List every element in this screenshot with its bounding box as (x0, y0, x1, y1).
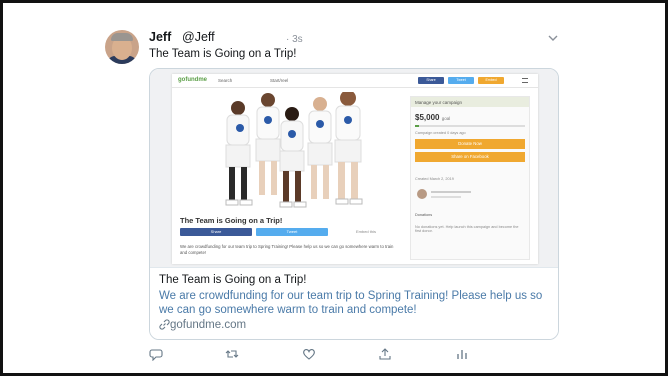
retweet-icon[interactable] (225, 347, 239, 361)
preview-twitter-share: Tweet (256, 228, 328, 236)
link-card[interactable]: gofundme Search Start/reel Share Tweet E… (149, 68, 559, 340)
analytics-icon[interactable] (455, 347, 469, 361)
author-handle[interactable]: @Jeff (182, 30, 215, 44)
card-meta[interactable]: The Team is Going on a Trip! We are crow… (150, 268, 558, 339)
tweet-timestamp[interactable]: · 3s (286, 34, 303, 45)
card-description: We are crowdfunding for our team trip to… (159, 290, 543, 316)
reply-icon[interactable] (149, 347, 163, 361)
preview-description: We are crowdfunding for our team trip to… (180, 244, 394, 255)
card-link[interactable]: gofundme.com (159, 319, 551, 331)
link-icon (159, 319, 170, 330)
preview-sidebar: Manage your campaign $5,000 goal Campaig… (410, 96, 530, 260)
chevron-down-icon[interactable] (547, 33, 559, 43)
preview-created-date: Created March 2, 2019 (415, 177, 454, 181)
gofundme-page-preview: gofundme Search Start/reel Share Tweet E… (172, 74, 538, 264)
preview-goal: $5,000 goal (415, 113, 451, 122)
tweet-text: The Team is Going on a Trip! (149, 48, 297, 60)
preview-manage: Manage your campaign (411, 97, 529, 107)
preview-organizer-avatar (417, 189, 427, 199)
preview-campaign-title: The Team is Going on a Trip! (180, 216, 283, 225)
screenshot-frame: Jeff @Jeff · 3s The Team is Going on a T… (0, 0, 668, 376)
preview-no-donations: No donations yet. Help launch this campa… (415, 225, 519, 233)
preview-embed-link: Embed this (332, 228, 400, 236)
preview-tweet-button: Tweet (448, 77, 474, 84)
card-preview-image[interactable]: gofundme Search Start/reel Share Tweet E… (150, 69, 558, 268)
share-icon[interactable] (378, 347, 392, 361)
tweet-actions (149, 347, 559, 361)
preview-share-button: Share (418, 77, 444, 84)
preview-share-facebook-button: Share on Facebook (415, 152, 525, 162)
team-photo (180, 92, 402, 214)
author-name[interactable]: Jeff (149, 30, 171, 44)
preview-start: Start/reel (270, 78, 289, 83)
preview-embed-button: Embed (478, 77, 504, 84)
like-icon[interactable] (302, 347, 316, 361)
preview-facebook-share: Share (180, 228, 252, 236)
preview-search: Search (218, 78, 233, 83)
preview-created: Campaign created 0 days ago (415, 131, 466, 135)
menu-icon (522, 78, 528, 83)
card-title: The Team is Going on a Trip! (159, 274, 307, 286)
tweet[interactable]: Jeff @Jeff · 3s The Team is Going on a T… (98, 20, 576, 370)
gofundme-logo: gofundme (178, 77, 207, 83)
avatar[interactable] (105, 30, 139, 64)
preview-progress (415, 125, 525, 127)
preview-donations-heading: Donations (415, 213, 433, 217)
preview-donate-button: Donate Now (415, 139, 525, 149)
card-link-text: gofundme.com (170, 319, 247, 331)
